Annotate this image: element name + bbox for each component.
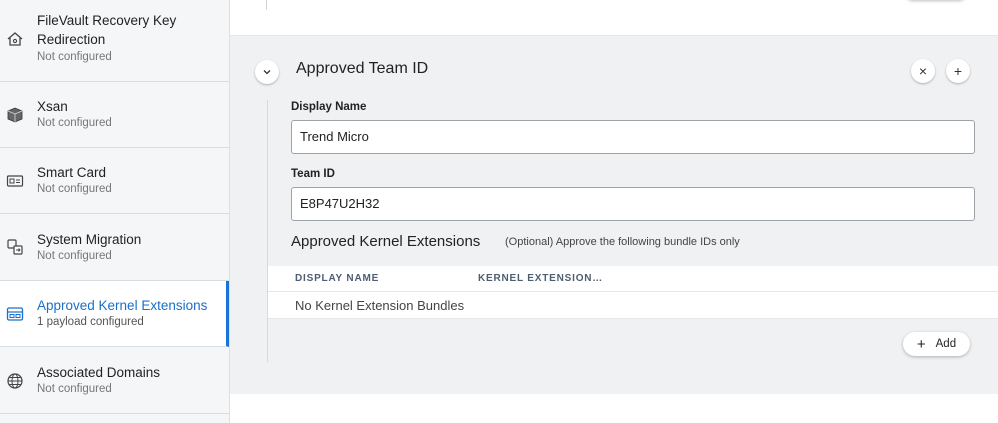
table-header: DISPLAY NAME KERNEL EXTENSION… [268,266,998,292]
sidebar-item-label-line2: Redirection [37,32,106,47]
sidebar-item-status: Not configured [37,183,112,195]
sidebar-item-label: Smart Card [37,165,107,180]
plus-icon: + [916,335,926,353]
sidebar-item-label: Approved Kernel Extensions [37,298,208,313]
collapse-button[interactable] [255,60,279,84]
sidebar-item-filevault-redirection[interactable]: FileVault Recovery Key Redirection Not c… [0,0,229,82]
previous-section-strip [230,0,998,36]
column-header-display-name[interactable]: DISPLAY NAME [295,273,379,284]
team-id-label: Team ID [291,168,335,180]
house-key-icon [7,32,23,46]
column-header-kernel-extension[interactable]: KERNEL EXTENSION… [478,273,603,284]
divider [266,0,267,10]
smart-card-icon [6,175,24,187]
sidebar-item-system-migration[interactable]: System Migration Not configured [0,214,229,281]
sidebar-item-associated-domains[interactable]: Associated Domains Not configured [0,347,229,414]
sidebar-item-status: Not configured [37,250,112,262]
close-icon: × [918,63,928,79]
sidebar-item-status: Not configured [37,117,112,129]
sidebar-item-label: FileVault Recovery Key [37,13,177,28]
sidebar-item-label: Associated Domains [37,365,161,380]
sidebar-item-xsan[interactable]: Xsan Not configured [0,82,229,148]
table-row: No Kernel Extension Bundles [268,292,998,319]
divider [267,100,268,362]
add-team-id-button[interactable]: + [946,59,970,83]
sidebar-item-status: 1 payload configured [37,316,144,328]
approved-team-id-panel: Approved Team ID × + Display Name Trend … [230,36,998,394]
chevron-down-icon [263,70,271,75]
kernel-extensions-table: DISPLAY NAME KERNEL EXTENSION… No Kernel… [268,266,998,319]
sidebar-item-label: Xsan [37,99,68,114]
xsan-drive-icon [7,107,23,123]
main-content: Approved Team ID × + Display Name Trend … [230,0,998,423]
panel-title: Approved Team ID [296,60,429,77]
add-button-label: Add [935,338,957,350]
sidebar-item-status: Not configured [37,51,112,63]
sidebar-item-label: System Migration [37,232,142,247]
add-button[interactable]: + Add [903,332,970,356]
section-title: Approved Kernel Extensions [291,233,481,250]
app-window: FileVault Recovery Key Redirection Not c… [0,0,998,423]
globe-icon [7,373,23,389]
sidebar: FileVault Recovery Key Redirection Not c… [0,0,230,423]
empty-state-text: No Kernel Extension Bundles [295,298,465,313]
team-id-input[interactable]: E8P47U2H32 [291,187,975,221]
sidebar-item-status: Not configured [37,383,112,395]
section-subtitle: (Optional) Approve the following bundle … [505,236,740,248]
remove-button[interactable]: × [911,59,935,83]
migration-icon [7,239,23,255]
display-name-input[interactable]: Trend Micro [291,120,975,154]
sidebar-item-smart-card[interactable]: Smart Card Not configured [0,148,229,214]
kernel-extension-icon [6,307,24,321]
display-name-label: Display Name [291,101,367,113]
sidebar-item-approved-kernel-extensions[interactable]: Approved Kernel Extensions 1 payload con… [0,281,229,347]
plus-icon: + [953,63,963,79]
